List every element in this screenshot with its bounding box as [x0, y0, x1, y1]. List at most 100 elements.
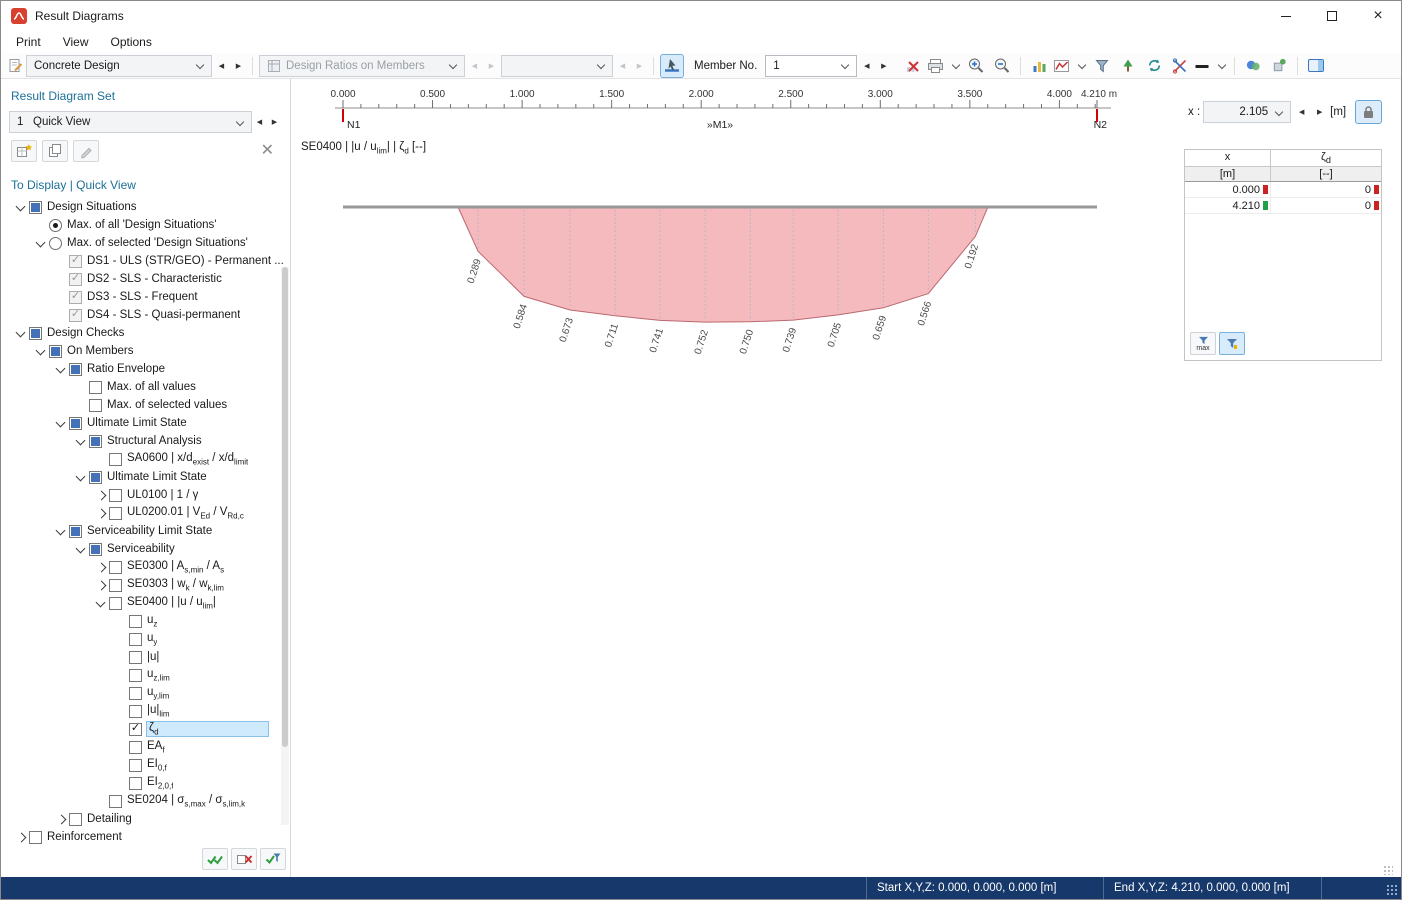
copy-set-button[interactable] [42, 140, 68, 162]
minimize-button[interactable] [1263, 1, 1309, 31]
filter-button[interactable] [1090, 54, 1114, 78]
member-select-button[interactable] [660, 54, 684, 78]
member-next-button[interactable]: ▶ [876, 55, 891, 77]
extra-next-button[interactable]: ▶ [632, 55, 647, 77]
tree-item[interactable]: Structural Analysis [9, 432, 290, 450]
tree-item[interactable]: UL0200.01 | VEd / VRd,c [9, 504, 290, 522]
expander-icon[interactable] [13, 199, 29, 215]
regenerate-button[interactable] [1142, 54, 1166, 78]
expander-icon[interactable] [53, 361, 69, 377]
tree-item[interactable]: Max. of selected 'Design Situations' [9, 234, 290, 252]
checkbox[interactable] [129, 669, 142, 682]
window-resize-grip[interactable] [1386, 884, 1398, 896]
close-set-button[interactable]: ✕ [255, 143, 280, 159]
tree-item[interactable]: Max. of all 'Design Situations' [9, 216, 290, 234]
result-type-combo[interactable]: Design Ratios on Members [259, 55, 465, 77]
expander-icon[interactable] [93, 487, 109, 503]
checkbox[interactable] [109, 507, 122, 520]
tree-item[interactable]: Serviceability Limit State [9, 522, 290, 540]
checkbox[interactable] [49, 345, 62, 358]
tree-item[interactable]: uz [9, 612, 290, 630]
checkbox[interactable] [129, 651, 142, 664]
result-values-button[interactable] [1053, 54, 1088, 78]
module-prev-button[interactable]: ◀ [214, 55, 229, 77]
tree-item[interactable]: DS1 - ULS (STR/GEO) - Permanent ... [9, 252, 290, 270]
checkbox[interactable] [129, 705, 142, 718]
checkbox[interactable] [29, 831, 42, 844]
rename-set-button[interactable] [73, 140, 99, 162]
tree-scrollbar[interactable] [281, 267, 289, 825]
checkbox[interactable] [69, 309, 82, 322]
radio-button[interactable] [49, 237, 62, 250]
new-set-button[interactable] [11, 140, 37, 162]
expander-icon[interactable] [53, 811, 69, 827]
menu-print[interactable]: Print [5, 33, 52, 51]
checkbox[interactable] [29, 201, 42, 214]
panel-toggle-button[interactable] [1304, 54, 1328, 78]
tree-item[interactable]: uy [9, 630, 290, 648]
result-type-prev-button[interactable]: ◀ [467, 55, 482, 77]
scrollbar-thumb[interactable] [282, 267, 288, 747]
result-diagram-button[interactable] [1027, 54, 1051, 78]
checkbox[interactable] [69, 813, 82, 826]
member-prev-button[interactable]: ◀ [859, 55, 874, 77]
checkbox[interactable] [89, 399, 102, 412]
tree-item[interactable]: DS2 - SLS - Characteristic [9, 270, 290, 288]
expander-icon[interactable] [33, 235, 49, 251]
expander-icon[interactable] [33, 343, 49, 359]
clipping-button[interactable] [1168, 54, 1192, 78]
expander-icon[interactable] [73, 469, 89, 485]
tree-item[interactable]: SE0204 | σs,max / σs,lim,k [9, 792, 290, 810]
tree-item[interactable]: Ratio Envelope [9, 360, 290, 378]
render-mode-button[interactable] [1241, 54, 1265, 78]
checkbox[interactable] [109, 561, 122, 574]
tree-item[interactable]: EAf [9, 738, 290, 756]
expander-icon[interactable] [53, 415, 69, 431]
tree-item[interactable]: SE0303 | wk / wk,lim [9, 576, 290, 594]
checkbox[interactable] [109, 489, 122, 502]
tree-item[interactable]: DS4 - SLS - Quasi-permanent [9, 306, 290, 324]
uncheck-all-button[interactable] [231, 848, 257, 870]
tree-item[interactable]: uy,lim [9, 684, 290, 702]
expander-icon[interactable] [73, 433, 89, 449]
checkbox[interactable] [89, 381, 102, 394]
tree-item[interactable]: Design Situations [9, 198, 290, 216]
checkbox[interactable] [89, 471, 102, 484]
checkbox[interactable] [129, 759, 142, 772]
show-extreme-values-button[interactable] [1219, 332, 1245, 355]
tree-item[interactable]: Serviceability [9, 540, 290, 558]
resize-grip[interactable] [1383, 865, 1393, 875]
tree-item[interactable]: ζd [9, 720, 290, 738]
tree-item[interactable]: SE0400 | |u / ulim| [9, 594, 290, 612]
menu-view[interactable]: View [52, 33, 100, 51]
check-all-button[interactable] [202, 848, 228, 870]
diagram-set-combo[interactable]: 1 Quick View [9, 111, 252, 133]
tree-item[interactable]: Detailing [9, 810, 290, 828]
zoom-in-button[interactable] [964, 54, 988, 78]
checkbox[interactable] [69, 291, 82, 304]
checkbox[interactable] [89, 435, 102, 448]
tree-item[interactable]: SA0600 | x/dexist / x/dlimit [9, 450, 290, 468]
delete-results-button[interactable] [901, 54, 925, 78]
tree-item[interactable]: Reinforcement [9, 828, 290, 846]
table-row[interactable]: 4.2100 [1185, 198, 1381, 214]
print-button[interactable] [927, 54, 962, 78]
result-type-next-button[interactable]: ▶ [484, 55, 499, 77]
expander-icon[interactable] [93, 595, 109, 611]
expander-icon[interactable] [93, 559, 109, 575]
result-area[interactable] [458, 207, 988, 322]
tree-item[interactable]: uz,lim [9, 666, 290, 684]
expander-icon[interactable] [73, 541, 89, 557]
checkbox[interactable] [109, 795, 122, 808]
module-combo[interactable]: Concrete Design [26, 55, 212, 77]
tree-item[interactable]: EI2,0,f [9, 774, 290, 792]
checkbox[interactable] [69, 255, 82, 268]
extra-combo[interactable] [501, 55, 613, 77]
checkbox[interactable] [69, 363, 82, 376]
visibility-button[interactable] [1116, 54, 1140, 78]
member-no-combo[interactable]: 1 [765, 55, 857, 77]
checkbox[interactable] [109, 579, 122, 592]
tree-item[interactable]: EI0,f [9, 756, 290, 774]
expander-icon[interactable] [13, 829, 29, 845]
tree-item[interactable]: SE0300 | As,min / As [9, 558, 290, 576]
